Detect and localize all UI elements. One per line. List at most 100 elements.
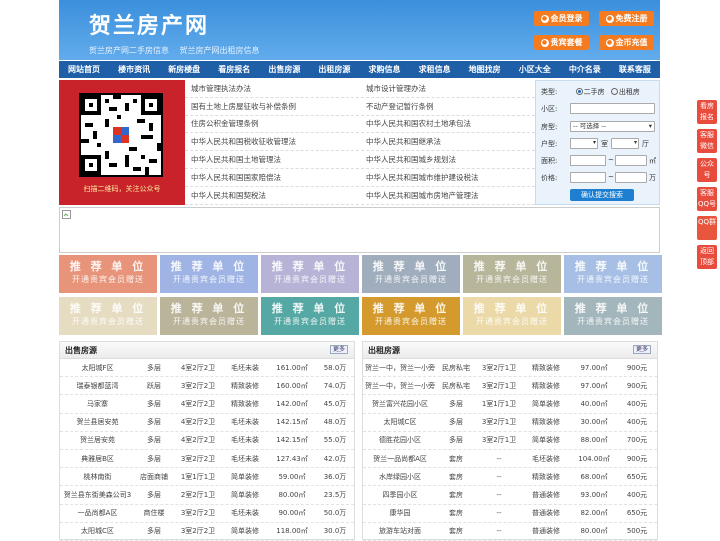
table-row[interactable]: 贺兰富兴花园小区 多层 1室1厅1卫 简单装修 40.00㎡ 400元: [363, 395, 657, 414]
table-row[interactable]: 贺兰一中，贺兰一小旁 民房私宅 3室2厅1卫 精致装修 97.00㎡ 900元: [363, 359, 657, 378]
room-select[interactable]: ▾: [570, 138, 598, 149]
table-cell: 精致装修: [231, 399, 259, 408]
ad-title: 推 荐 单 位: [473, 302, 551, 315]
site-logo[interactable]: 贺兰房产网: [89, 8, 209, 40]
table-row[interactable]: 水岸绿园小区 套房 -- 精致装修 68.00㎡ 650元: [363, 468, 657, 487]
float-button[interactable]: 客服微信: [697, 129, 717, 153]
table-row[interactable]: 瑞泰银都蓝湾 跃层 3室2厅2卫 精致装修 160.00㎡ 74.0万: [60, 377, 354, 396]
policy-link[interactable]: 中华人民共和国国家赔偿法: [185, 172, 360, 183]
policy-link[interactable]: 城市管理执法办法: [185, 83, 360, 94]
login-button[interactable]: ● 会员登录: [534, 11, 589, 26]
nav-item[interactable]: 求购信息: [359, 61, 409, 78]
policy-link[interactable]: 国有土地上房屋征收与补偿条例: [185, 101, 360, 112]
subtitle-rent[interactable]: 贺兰房产网出租房信息: [180, 46, 260, 55]
ad-subtitle: 开通贵宾会员赠送: [476, 275, 548, 284]
price-min-input[interactable]: [570, 172, 606, 183]
policy-link[interactable]: 城市设计管理办法: [360, 83, 535, 94]
float-button[interactable]: 客服QQ号: [697, 187, 717, 211]
table-cell: 桃林南街: [83, 472, 112, 481]
nav-item[interactable]: 出售房源: [259, 61, 309, 78]
float-button[interactable]: 返回顶部: [697, 245, 717, 269]
recommend-ad[interactable]: 推 荐 单 位开通贵宾会员赠送: [261, 255, 359, 293]
table-cell: 多层: [449, 436, 463, 445]
vip-package-button[interactable]: ● 贵宾套餐: [534, 35, 589, 50]
table-cell: 多层: [449, 418, 463, 427]
policy-link[interactable]: 住房公积金管理条例: [185, 118, 360, 129]
table-row[interactable]: 贺兰一品尚都A区 套房 -- 毛坯装修 104.00㎡ 900元: [363, 450, 657, 469]
table-row[interactable]: 旅游车站对面 套房 -- 普通装修 80.00㎡ 500元: [363, 523, 657, 541]
table-cell: 30.00㎡: [580, 418, 608, 427]
recommend-ad[interactable]: 推 荐 单 位开通贵宾会员赠送: [362, 255, 460, 293]
area-max-input[interactable]: [615, 155, 647, 166]
table-row[interactable]: 太阳城C区 多层 3室2厅2卫 简单装修 118.00㎡ 30.0万: [60, 523, 354, 541]
recommend-ad[interactable]: 推 荐 单 位开通贵宾会员赠送: [160, 255, 258, 293]
policy-link[interactable]: 不动产登记暂行条例: [360, 101, 535, 112]
radio-rent[interactable]: 出租房: [610, 88, 640, 96]
link-row: 城市管理执法办法 城市设计管理办法: [185, 80, 535, 98]
policy-link[interactable]: 中华人民共和国继承法: [360, 136, 535, 147]
table-row[interactable]: 贺兰县居安苑 多层 4室2厅2卫 毛坯未装 142.15㎡ 48.0万: [60, 414, 354, 432]
recommend-ad[interactable]: 推 荐 单 位开通贵宾会员赠送: [160, 297, 258, 335]
nav-item[interactable]: 看房报名: [209, 61, 259, 78]
nav-item[interactable]: 网站首页: [59, 61, 109, 78]
nav-item[interactable]: 联系客服: [610, 61, 660, 78]
table-cell: 贺兰居安苑: [80, 436, 115, 445]
sale-more-button[interactable]: 更多: [330, 345, 348, 354]
radio-second-hand[interactable]: 二手房: [575, 88, 605, 96]
table-cell: 3室2厅2卫: [180, 381, 216, 390]
table-row[interactable]: 桃林南街 店面商铺 1室1厅1卫 简单装修 59.00㎡ 36.0万: [60, 468, 354, 487]
table-row[interactable]: 典雅居B区 多层 3室2厅2卫 毛坯未装 127.43㎡ 42.0万: [60, 450, 354, 469]
banner-image[interactable]: [59, 207, 660, 253]
nav-item[interactable]: 地图找房: [460, 61, 510, 78]
nav-item[interactable]: 求租信息: [410, 61, 460, 78]
hall-select[interactable]: ▾: [611, 138, 639, 149]
policy-link[interactable]: 中华人民共和国契税法: [185, 190, 360, 201]
policy-link[interactable]: 中华人民共和国农村土地承包法: [360, 118, 535, 129]
price-max-input[interactable]: [615, 172, 647, 183]
rent-more-button[interactable]: 更多: [633, 345, 651, 354]
nav-item[interactable]: 小区大全: [510, 61, 560, 78]
recommend-ad[interactable]: 推 荐 单 位开通贵宾会员赠送: [463, 297, 561, 335]
table-row[interactable]: 一品尚都A区 商住楼 3室2厅2卫 毛坯未装 90.00㎡ 50.0万: [60, 505, 354, 523]
policy-link[interactable]: 中华人民共和国城乡规划法: [360, 154, 535, 165]
recommend-ad[interactable]: 推 荐 单 位开通贵宾会员赠送: [59, 297, 157, 335]
table-row[interactable]: 马家寨 多层 4室2厅2卫 精致装修 142.00㎡ 45.0万: [60, 395, 354, 414]
policy-link[interactable]: 中华人民共和国城市维护建设税法: [360, 172, 535, 183]
community-input[interactable]: [570, 103, 655, 114]
recommend-ad[interactable]: 推 荐 单 位开通贵宾会员赠送: [261, 297, 359, 335]
coin-recharge-button[interactable]: ● 金币充值: [599, 35, 654, 50]
recommend-ad[interactable]: 推 荐 单 位开通贵宾会员赠送: [59, 255, 157, 293]
search-submit-button[interactable]: 确认提交搜索: [570, 189, 634, 201]
table-cell: 简单装修: [532, 436, 560, 445]
policy-link[interactable]: 中华人民共和国城市房地产管理法: [360, 190, 535, 201]
table-row[interactable]: 贺兰居安苑 多层 4室2厅2卫 毛坯未装 142.15㎡ 55.0万: [60, 432, 354, 450]
table-row[interactable]: 贺兰县东街美森公司3 多层 2室2厅1卫 简单装修 80.00㎡ 23.5万: [60, 486, 354, 505]
register-button[interactable]: ● 免费注册: [599, 11, 654, 26]
table-cell: 瑞泰银都蓝湾: [76, 381, 119, 390]
recommend-ad[interactable]: 推 荐 单 位开通贵宾会员赠送: [564, 297, 662, 335]
qr-code: [79, 93, 163, 177]
subtitle-sale[interactable]: 贺兰房产网二手房信息: [89, 46, 169, 55]
nav-item[interactable]: 中介名录: [560, 61, 610, 78]
table-row[interactable]: 太阳城C区 多层 3室2厅1卫 精致装修 30.00㎡ 400元: [363, 414, 657, 432]
table-cell: 民房私宅: [442, 363, 470, 372]
site-header: 贺兰房产网 贺兰房产网二手房信息 贺兰房产网出租房信息 ● 会员登录 ● 免费注册 …: [59, 0, 660, 60]
float-button[interactable]: 看房报名: [697, 100, 717, 124]
float-button[interactable]: 公众号: [697, 158, 717, 182]
table-row[interactable]: 贺兰一中，贺兰一小旁 民房私宅 3室2厅1卫 精致装修 97.00㎡ 900元: [363, 377, 657, 396]
house-type-select[interactable]: -- 可选择 -- ▾: [570, 121, 655, 132]
table-row[interactable]: 德胜花园小区 多层 3室2厅1卫 简单装修 88.00㎡ 700元: [363, 432, 657, 450]
table-row[interactable]: 太阳城F区 多层 4室2厅2卫 毛坯未装 161.00㎡ 58.0万: [60, 359, 354, 378]
recommend-ad[interactable]: 推 荐 单 位开通贵宾会员赠送: [463, 255, 561, 293]
nav-item[interactable]: 楼市资讯: [109, 61, 159, 78]
nav-item[interactable]: 新房楼盘: [159, 61, 209, 78]
table-row[interactable]: 四季园小区 套房 -- 普通装修 93.00㎡ 400元: [363, 486, 657, 505]
table-row[interactable]: 康华园 套房 -- 普通装修 82.00㎡ 650元: [363, 505, 657, 523]
float-button[interactable]: QQ群: [697, 216, 717, 240]
area-min-input[interactable]: [570, 155, 606, 166]
policy-link[interactable]: 中华人民共和国土地管理法: [185, 154, 360, 165]
recommend-ad[interactable]: 推 荐 单 位开通贵宾会员赠送: [564, 255, 662, 293]
recommend-ad[interactable]: 推 荐 单 位开通贵宾会员赠送: [362, 297, 460, 335]
nav-item[interactable]: 出租房源: [309, 61, 359, 78]
policy-link[interactable]: 中华人民共和国税收征收管理法: [185, 136, 360, 147]
